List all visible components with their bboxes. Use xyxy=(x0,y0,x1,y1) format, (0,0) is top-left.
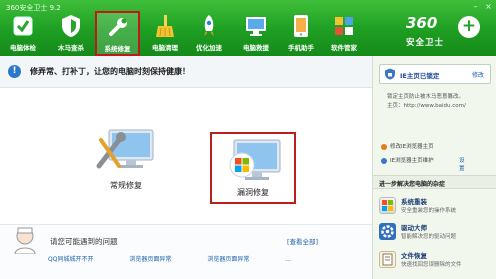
phone-icon xyxy=(289,14,313,38)
nav-label: 手机助手 xyxy=(288,44,314,52)
tool-name: 系统重装 xyxy=(401,198,427,206)
windows-icon xyxy=(379,197,396,214)
section-header: 进一步解决您电脑的杂症 xyxy=(373,175,496,189)
tool-system-reinstall[interactable]: 系统重装 安全重装您的操作系统 xyxy=(379,195,495,217)
side-row: IE浏览器主页维护 设置 xyxy=(381,156,465,172)
nav-item-rescue[interactable]: 电脑救援 xyxy=(235,12,277,56)
card-label: 常规修复 xyxy=(110,181,142,190)
close-button[interactable]: × xyxy=(483,2,494,11)
nav-item-system-repair[interactable]: 系统修复 xyxy=(95,11,140,56)
vulnerability-repair-button[interactable]: 漏洞修复 xyxy=(210,132,296,204)
monitor-windows-icon xyxy=(229,139,281,180)
monitor-tools-icon xyxy=(96,129,154,169)
problem-link[interactable]: 浏览器页面异常 xyxy=(129,256,171,263)
nav-label: 木马查杀 xyxy=(58,44,84,52)
apps-grid-icon xyxy=(332,14,356,38)
shield-icon xyxy=(59,14,83,38)
nav-label: 电脑救援 xyxy=(243,44,269,52)
nav-label: 电脑体检 xyxy=(10,44,36,52)
nav-item-trojan-scan[interactable]: 木马查杀 xyxy=(50,12,92,56)
lock-title: IE主页已锁定 xyxy=(400,72,440,80)
nav-item-checkup[interactable]: 电脑体检 xyxy=(2,12,44,56)
homepage-lock-box: IE主页已锁定 修改 xyxy=(379,64,491,84)
tool-name: 文件恢复 xyxy=(401,252,427,260)
tool-name: 驱动大师 xyxy=(401,224,427,232)
doctor-avatar-icon xyxy=(14,227,36,254)
nav-label: 电脑清理 xyxy=(152,44,178,52)
side-panel: IE主页已锁定 修改 锁定主页防止被木马恶意篡改。 主页：http://www.… xyxy=(372,56,496,279)
modify-link[interactable]: 修改 xyxy=(472,70,484,79)
nav-item-cleanup[interactable]: 电脑清理 xyxy=(144,12,186,56)
brand-logo: 360 + 安全卫士 xyxy=(402,14,488,54)
checkup-icon xyxy=(11,14,35,38)
desc-line: 主页：http://www.baidu.com/ xyxy=(387,103,466,109)
problem-link[interactable]: 浏览器页面异常 xyxy=(207,256,249,263)
problems-title: 请您可能遇到的问题 xyxy=(50,237,118,246)
lock-description: 锁定主页防止被木马恶意篡改。 主页：http://www.baidu.com/ xyxy=(387,93,466,111)
tool-desc: 智能解决您的驱动问题 xyxy=(401,234,457,240)
desc-line: 锁定主页防止被木马恶意篡改。 xyxy=(387,94,465,100)
problem-link[interactable]: QQ同城城开不开 xyxy=(48,256,93,263)
nav-item-software-manager[interactable]: 软件管家 xyxy=(323,12,365,56)
card-label: 漏洞修复 xyxy=(237,188,269,197)
tool-file-recovery[interactable]: 文件恢复 快速找回您误删除的文件 xyxy=(379,249,495,271)
ie-icon xyxy=(381,143,387,150)
info-icon: ! xyxy=(8,65,21,78)
app-window: 360安全卫士 9.2 – × 电脑体检 木马查杀 系统修复 电脑清理 优化加速… xyxy=(0,0,496,279)
row-text: 修改IE浏览器主页 xyxy=(390,144,434,150)
gear-icon xyxy=(379,223,396,240)
tool-driver-master[interactable]: 驱动大师 智能解决您的驱动问题 xyxy=(379,221,495,243)
header-bar: 360安全卫士 9.2 – × 电脑体检 木马查杀 系统修复 电脑清理 优化加速… xyxy=(0,0,496,56)
view-all-link[interactable]: [查看全部] xyxy=(287,236,318,246)
regular-repair-button[interactable]: 常规修复 xyxy=(83,124,169,196)
brand-name: 安全卫士 xyxy=(406,38,445,48)
broom-icon xyxy=(153,14,177,38)
nav-label: 系统修复 xyxy=(104,45,131,53)
ie-icon xyxy=(381,157,387,164)
problem-links: QQ同城城开不开 浏览器页面异常 浏览器页面异常 ... xyxy=(48,254,325,263)
nav-item-speedup[interactable]: 优化加速 xyxy=(188,12,230,56)
brand-plus-icon: + xyxy=(458,16,480,38)
computer-icon xyxy=(244,14,268,38)
nav-label: 软件管家 xyxy=(331,44,357,52)
nav-item-phone-assistant[interactable]: 手机助手 xyxy=(280,12,322,56)
lock-shield-icon xyxy=(385,68,395,80)
wrench-icon xyxy=(106,15,130,39)
info-banner: ! 修弄常、打补丁，让您的电脑时刻保持健康！ xyxy=(0,56,372,88)
tool-desc: 快速找回您误删除的文件 xyxy=(401,262,462,268)
nav-label: 优化加速 xyxy=(196,44,222,52)
minimize-button[interactable]: – xyxy=(470,2,481,11)
row-text: IE浏览器主页维护 xyxy=(390,158,434,164)
banner-text: 修弄常、打补丁，让您的电脑时刻保持健康！ xyxy=(30,67,190,76)
rocket-icon xyxy=(197,14,221,38)
main-panel: ! 修弄常、打补丁，让您的电脑时刻保持健康！ 常规修复 漏洞修复 请您可能遇到的… xyxy=(0,56,372,279)
settings-link[interactable]: 设置 xyxy=(459,156,465,172)
section-title: 进一步解决您电脑的杂症 xyxy=(379,181,446,188)
brand-number: 360 xyxy=(406,14,438,32)
problem-link[interactable]: ... xyxy=(285,256,291,263)
file-icon xyxy=(379,251,396,268)
problems-panel: 请您可能遇到的问题 [查看全部] QQ同城城开不开 浏览器页面异常 浏览器页面异… xyxy=(0,224,372,279)
side-row[interactable]: 修改IE浏览器主页 xyxy=(381,142,434,150)
tool-desc: 安全重装您的操作系统 xyxy=(401,208,457,214)
